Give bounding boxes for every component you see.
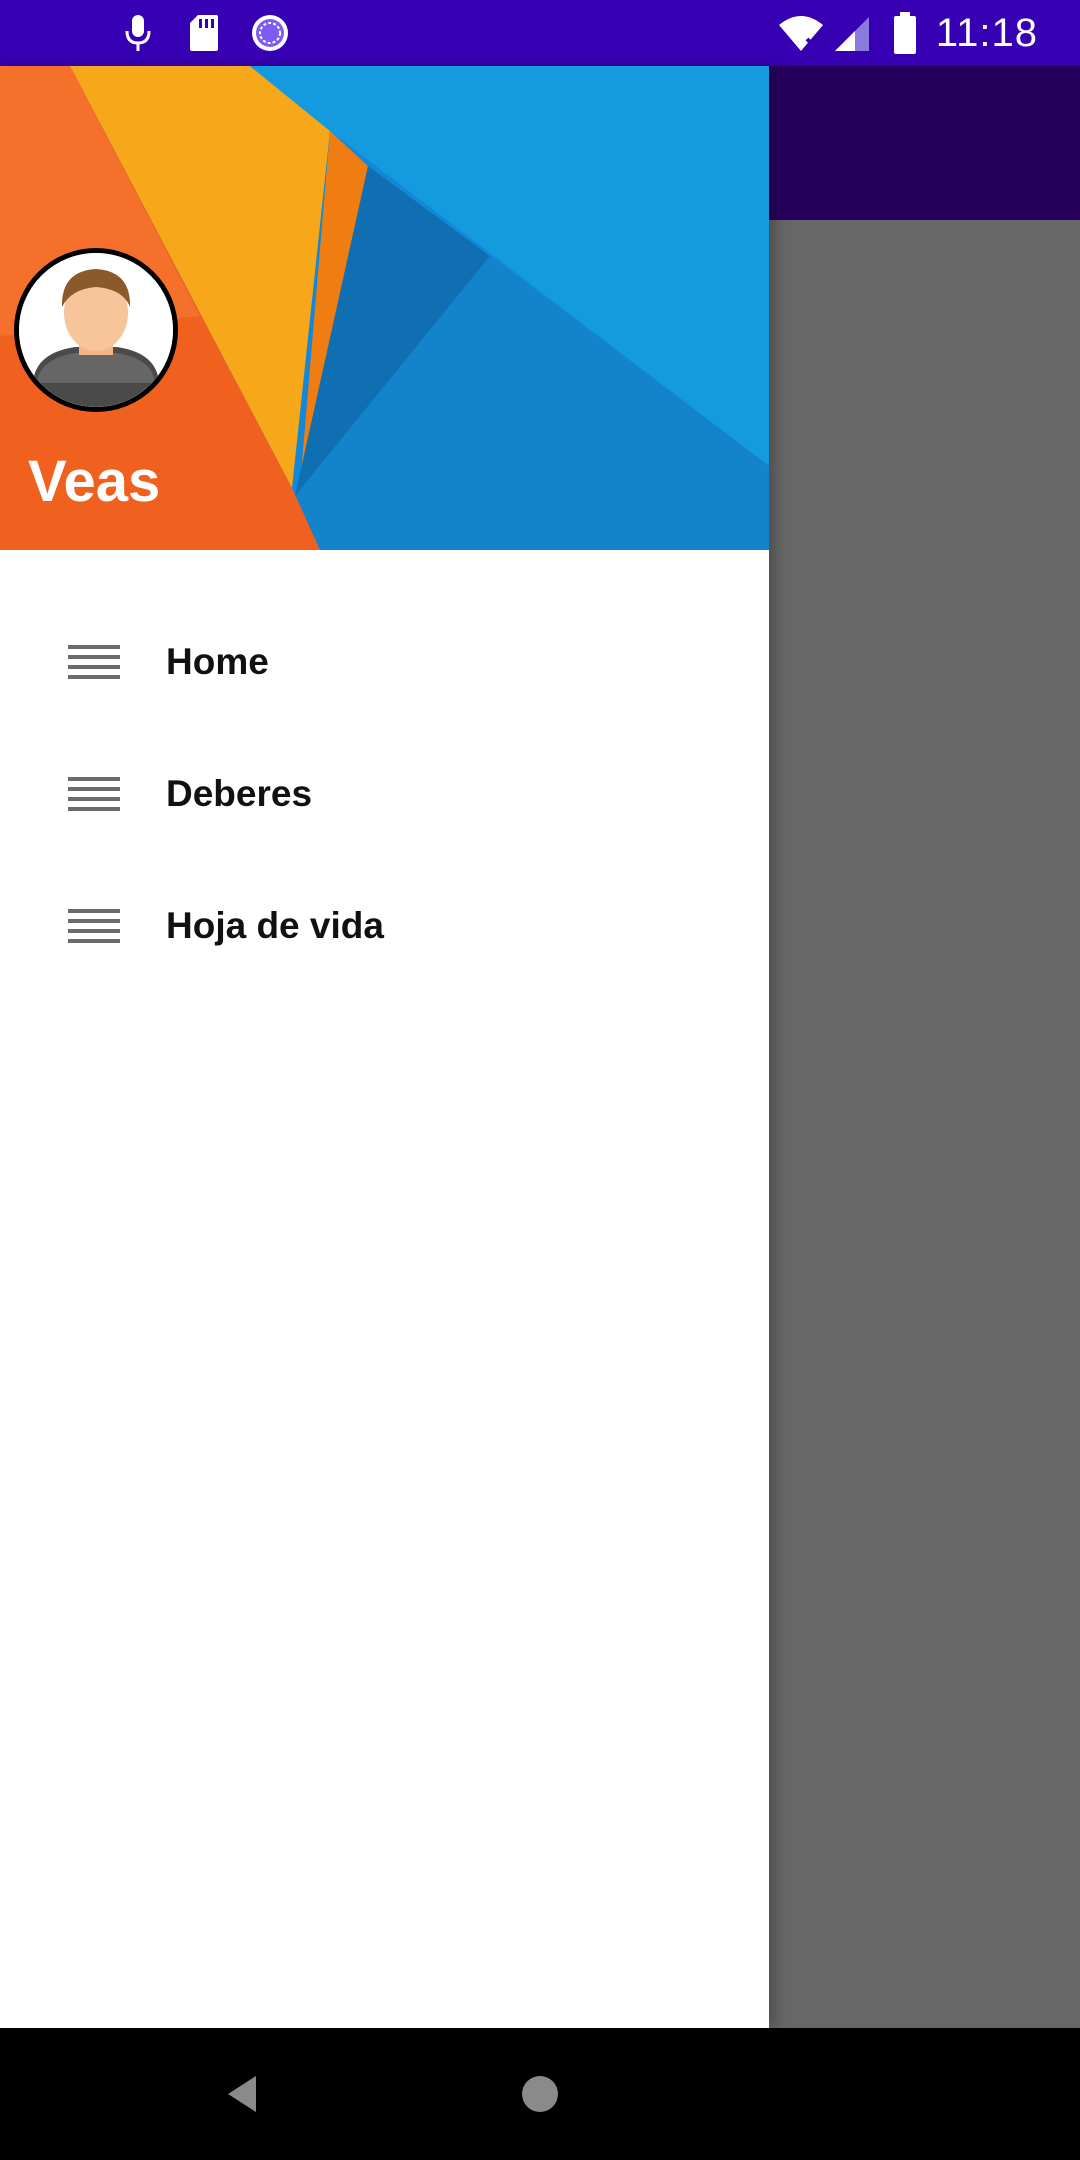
menu-item-hoja-de-vida[interactable]: Hoja de vida <box>0 860 769 992</box>
user-name: Veas <box>28 449 161 514</box>
drawer-menu: Home Deberes Hoja de vida <box>0 596 769 992</box>
navigation-drawer: Veas Home Deberes Hoja de vida <box>0 66 769 2028</box>
wifi-icon <box>776 0 826 66</box>
menu-item-label: Home <box>166 641 269 682</box>
menu-icon <box>68 645 120 679</box>
menu-icon <box>68 777 120 811</box>
menu-item-home[interactable]: Home <box>0 596 769 728</box>
home-icon[interactable] <box>498 2028 582 2160</box>
drawer-header: Veas <box>0 66 769 550</box>
back-icon[interactable] <box>200 2028 284 2160</box>
menu-item-label: Hoja de vida <box>166 905 384 946</box>
signal-icon <box>832 0 872 66</box>
microphone-icon <box>120 0 156 66</box>
menu-icon <box>68 909 120 943</box>
menu-item-label: Deberes <box>166 773 313 814</box>
loading-icon <box>248 0 292 66</box>
status-time: 11:18 <box>935 10 1038 55</box>
battery-icon <box>890 0 920 66</box>
navigation-bar <box>0 2028 1080 2160</box>
sd-card-icon <box>186 0 222 66</box>
status-bar: 11:18 <box>0 0 1080 66</box>
avatar-icon[interactable] <box>14 248 178 412</box>
menu-item-deberes[interactable]: Deberes <box>0 728 769 860</box>
